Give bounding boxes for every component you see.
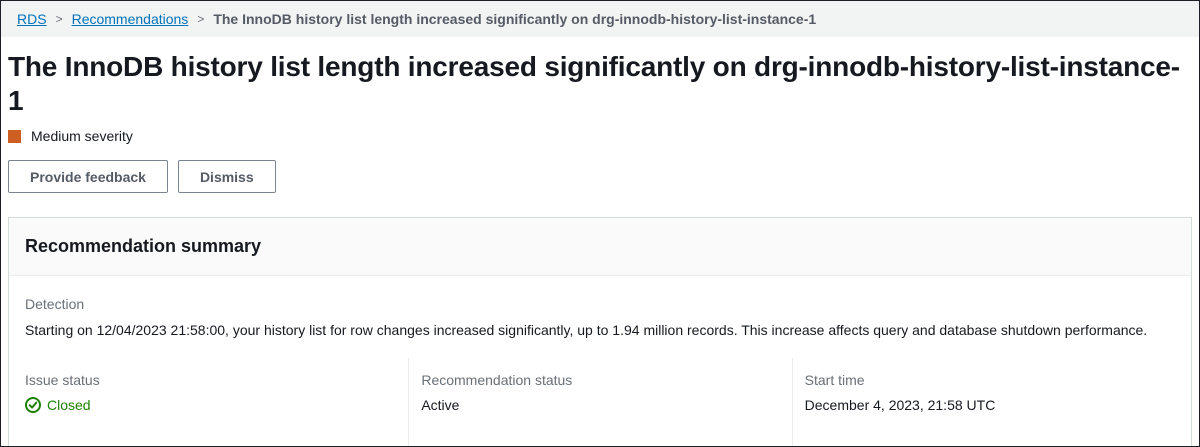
field-issue-status: Issue status Closed <box>25 358 408 437</box>
dismiss-button[interactable]: Dismiss <box>178 160 276 193</box>
medium-severity-icon <box>8 130 21 143</box>
field-db-engine: DB engine Aurora MySQL <box>792 437 1175 447</box>
breadcrumb-separator-icon: > <box>56 12 63 26</box>
provide-feedback-button[interactable]: Provide feedback <box>8 160 168 193</box>
success-check-icon <box>25 397 41 413</box>
breadcrumb: RDS > Recommendations > The InnoDB histo… <box>1 1 1199 37</box>
page-title: The InnoDB history list length increased… <box>8 50 1192 118</box>
card-title: Recommendation summary <box>25 236 1175 257</box>
field-recommendation-status: Recommendation status Active <box>408 358 791 437</box>
field-label: Issue status <box>25 370 392 390</box>
recommendation-summary-card: Recommendation summary Detection Startin… <box>8 217 1192 447</box>
field-label: Start time <box>805 370 1159 390</box>
breadcrumb-separator-icon: > <box>197 12 204 26</box>
summary-field-grid: Issue status Closed Recommendation statu… <box>25 358 1175 447</box>
main-content: The InnoDB history list length increased… <box>1 50 1199 447</box>
field-value: December 4, 2023, 21:58 UTC <box>805 395 1159 415</box>
card-header: Recommendation summary <box>9 218 1191 276</box>
field-end-time: End time December 5, 2023, 00:09 UTC <box>25 437 408 447</box>
action-buttons: Provide feedback Dismiss <box>8 160 1192 193</box>
detection-field: Detection Starting on 12/04/2023 21:58:0… <box>25 294 1175 340</box>
severity-label: Medium severity <box>31 128 133 144</box>
field-label: Recommendation status <box>421 370 775 390</box>
severity-badge: Medium severity <box>8 128 1192 144</box>
issue-status-text: Closed <box>47 395 91 415</box>
field-start-time: Start time December 4, 2023, 21:58 UTC <box>792 358 1175 437</box>
field-last-modified-time: Last modified time December 6, 2023, 00:… <box>408 437 791 447</box>
breadcrumb-link-rds[interactable]: RDS <box>17 11 47 27</box>
breadcrumb-link-recommendations[interactable]: Recommendations <box>72 11 189 27</box>
card-body: Detection Starting on 12/04/2023 21:58:0… <box>9 276 1191 447</box>
field-value: Active <box>421 395 775 415</box>
screenshot-frame: RDS > Recommendations > The InnoDB histo… <box>0 0 1200 447</box>
breadcrumb-current-page: The InnoDB history list length increased… <box>213 11 816 27</box>
field-value-issue-status: Closed <box>25 395 392 415</box>
detection-label: Detection <box>25 294 1175 314</box>
detection-text: Starting on 12/04/2023 21:58:00, your hi… <box>25 320 1175 340</box>
